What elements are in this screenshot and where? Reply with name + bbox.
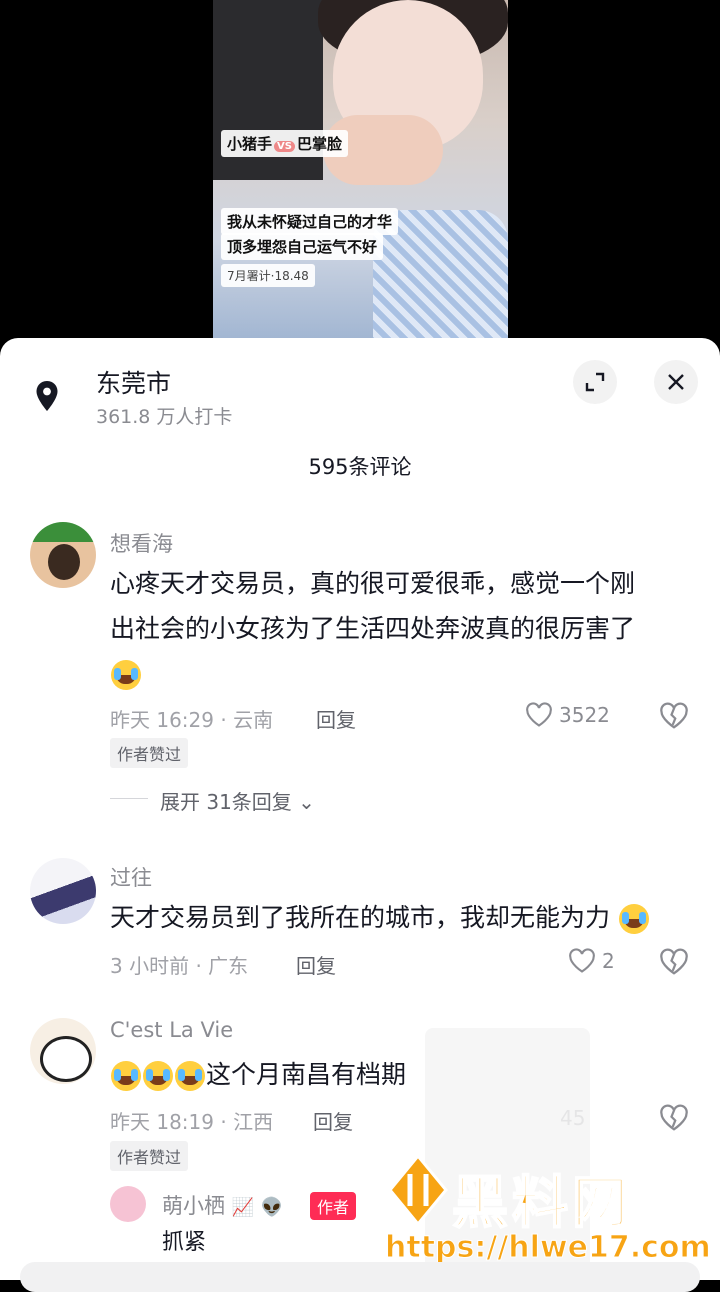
heart-icon xyxy=(569,948,595,973)
avatar[interactable] xyxy=(30,858,96,924)
avatar-panda xyxy=(40,1036,92,1082)
avatar[interactable] xyxy=(110,1186,146,1222)
author-liked-badge: 作者赞过 xyxy=(110,738,189,768)
avatar[interactable] xyxy=(30,1018,96,1084)
broken-heart-icon[interactable] xyxy=(659,948,689,976)
video-player[interactable]: 小猪手 VS 巴掌脸 我从未怀疑过自己的才华 顶多埋怨自己运气不好 7月署计·18.… xyxy=(0,0,720,345)
author-tag: 作者 xyxy=(310,1192,357,1220)
video-caption-1: 小猪手 VS 巴掌脸 xyxy=(221,130,348,157)
comment-username[interactable]: 过往 xyxy=(110,862,152,892)
chevron-down-icon: ⌄ xyxy=(298,790,315,814)
expand-divider xyxy=(110,798,148,799)
reply-text: 抓紧 xyxy=(162,1230,207,1255)
comment-text-line: 心疼天才交易员，真的很可爱很乖，感觉一个刚 xyxy=(110,569,636,598)
reply-button[interactable]: 回复 xyxy=(296,950,336,979)
like-button[interactable]: 3522 xyxy=(525,702,610,728)
comment-sheet: 东莞市 361.8 万人打卡 595条评论 想看海 心疼天才交易员，真的很可爱很… xyxy=(0,338,720,1280)
comment-meta: 昨天 16:29 · 云南 xyxy=(110,708,274,732)
watermark-brand: 黑料网 xyxy=(451,1170,632,1237)
heart-icon xyxy=(526,702,552,727)
comment-meta: 昨天 18:19 · 江西 xyxy=(110,1110,274,1134)
avatar-person xyxy=(48,544,80,580)
video-caption-2: 我从未怀疑过自己的才华 xyxy=(221,208,399,235)
broken-heart-icon[interactable] xyxy=(659,702,689,730)
watermark-url: https://hlwe17.com xyxy=(385,1230,712,1266)
video-caption-4: 7月署计·18.48 xyxy=(221,264,315,287)
reply-button[interactable]: 回复 xyxy=(316,704,356,733)
comment-text: 这个月南昌有档期 xyxy=(110,1052,406,1097)
close-button[interactable] xyxy=(654,360,698,404)
pleading-emoji-icon xyxy=(143,1061,173,1091)
expand-replies-button[interactable]: 展开 31条回复 ⌄ xyxy=(160,786,315,815)
crying-emoji-icon xyxy=(111,660,141,690)
pleading-emoji-icon xyxy=(111,1061,141,1091)
close-icon xyxy=(668,374,684,390)
expand-icon xyxy=(585,372,605,392)
alien-emoji-icon: 👽 xyxy=(260,1197,284,1218)
like-count: 3522 xyxy=(559,703,610,727)
crying-emoji-icon xyxy=(618,904,649,934)
comment-username[interactable]: 想看海 xyxy=(110,528,173,558)
comment-count: 595条评论 xyxy=(308,455,412,479)
reply-username[interactable]: 萌小栖 📈 👽 xyxy=(162,1190,283,1220)
comment-meta: 3 小时前 · 广东 xyxy=(110,954,249,978)
comment-input-bar[interactable] xyxy=(20,1262,700,1292)
location-title[interactable]: 东莞市 xyxy=(96,364,171,400)
location-pin-icon xyxy=(36,381,58,411)
pleading-emoji-icon xyxy=(175,1061,205,1091)
location-checkins: 361.8 万人打卡 xyxy=(96,406,233,428)
comment-text: 天才交易员到了我所在的城市，我却无能为力 xyxy=(110,895,650,940)
video-frame: 小猪手 VS 巴掌脸 我从未怀疑过自己的才华 顶多埋怨自己运气不好 7月署计·18.… xyxy=(213,0,508,345)
comment-username[interactable]: C'est La Vie xyxy=(110,1018,233,1042)
like-button[interactable]: 2 xyxy=(568,948,615,974)
comment-emoji-line xyxy=(110,651,142,696)
like-count: 2 xyxy=(602,949,615,973)
avatar[interactable] xyxy=(30,522,96,588)
broken-heart-icon[interactable] xyxy=(659,1104,689,1132)
expand-button[interactable] xyxy=(573,360,617,404)
reply-button[interactable]: 回复 xyxy=(313,1106,353,1135)
chart-emoji-icon: 📈 xyxy=(231,1197,255,1218)
comment-text-line: 出社会的小女孩为了生活四处奔波真的很厉害了 xyxy=(110,614,636,643)
video-caption-3: 顶多埋怨自己运气不好 xyxy=(221,233,384,260)
author-liked-badge: 作者赞过 xyxy=(110,1141,189,1171)
